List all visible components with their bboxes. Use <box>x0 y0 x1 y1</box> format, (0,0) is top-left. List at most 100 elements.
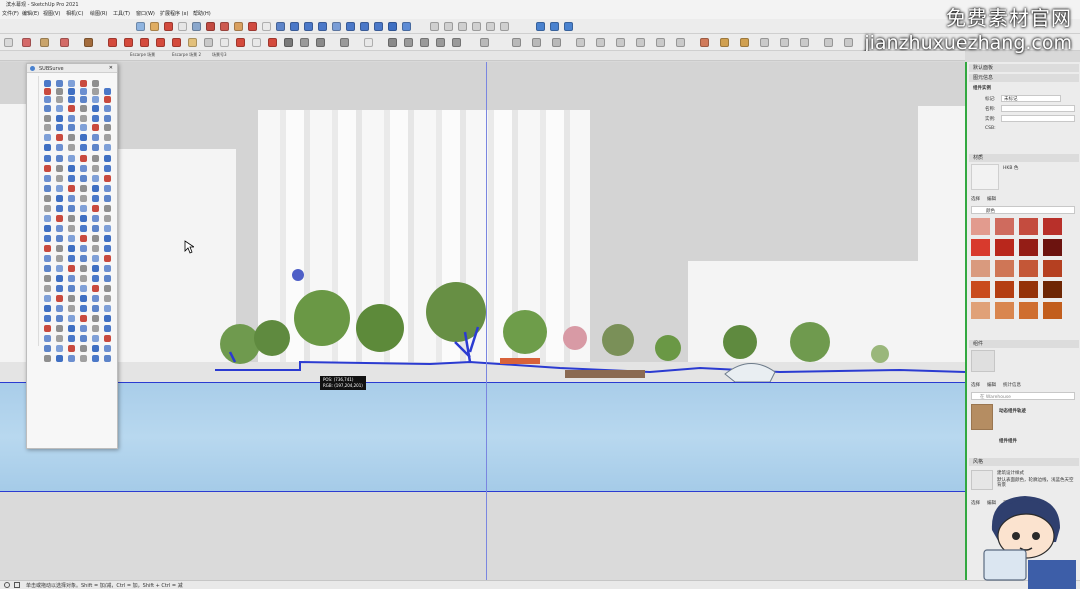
tray-tool-icon[interactable] <box>104 335 111 342</box>
tray-tool-icon[interactable] <box>44 80 51 87</box>
tray-tool-icon[interactable] <box>92 295 99 302</box>
tray-tool-icon[interactable] <box>44 255 51 262</box>
tray-tool-icon[interactable] <box>92 205 99 212</box>
tray-tool-icon[interactable] <box>44 245 51 252</box>
tray-tool-icon[interactable] <box>80 155 87 162</box>
tray-tool-icon[interactable] <box>68 305 75 312</box>
tray-tool-icon[interactable] <box>104 105 111 112</box>
tray-tool-icon[interactable] <box>92 175 99 182</box>
tray-tool-icon[interactable] <box>104 88 111 95</box>
tray-tool-icon[interactable] <box>68 134 75 141</box>
arrow-select-icon[interactable] <box>4 38 13 47</box>
tray-tool-icon[interactable] <box>44 175 51 182</box>
tray-tool-icon[interactable] <box>92 144 99 151</box>
tray-tool-icon[interactable] <box>92 80 99 87</box>
materials-edit-tab[interactable]: 编辑 <box>987 196 996 202</box>
components-search-input[interactable]: 在 Warehouse <box>971 392 1075 400</box>
tab-scene-1[interactable]: Escarpe 场景 <box>130 52 155 58</box>
tray-tool-icon[interactable] <box>56 165 63 172</box>
orbit-icon[interactable] <box>290 22 299 31</box>
tray-tool-icon[interactable] <box>92 285 99 292</box>
tray-tool-icon[interactable] <box>92 165 99 172</box>
tray-tool-icon[interactable] <box>44 265 51 272</box>
tray-tool-icon[interactable] <box>44 235 51 242</box>
material-swatch[interactable] <box>1019 302 1038 319</box>
tray-tool-icon[interactable] <box>56 155 63 162</box>
material-swatch[interactable] <box>971 281 990 298</box>
tray-tool-icon[interactable] <box>68 315 75 322</box>
tray-tool-icon[interactable] <box>44 88 51 95</box>
tray-tool-icon[interactable] <box>68 96 75 103</box>
tray-tool-icon[interactable] <box>56 285 63 292</box>
tray-tool-icon[interactable] <box>68 175 75 182</box>
tray-tool-icon[interactable] <box>68 195 75 202</box>
tray-tool-icon[interactable] <box>44 195 51 202</box>
tray-tool-icon[interactable] <box>68 255 75 262</box>
tray-tool-icon[interactable] <box>68 115 75 122</box>
shape-icon[interactable] <box>84 38 93 47</box>
tray-tool-icon[interactable] <box>68 105 75 112</box>
tray-tool-icon[interactable] <box>104 115 111 122</box>
iso-view-icon[interactable] <box>576 38 585 47</box>
tray-tool-icon[interactable] <box>104 185 111 192</box>
tray-tool-icon[interactable] <box>44 134 51 141</box>
tray-tool-icon[interactable] <box>104 315 111 322</box>
tray-tool-icon[interactable] <box>68 235 75 242</box>
walk-icon[interactable] <box>346 22 355 31</box>
right-view-icon[interactable] <box>636 38 645 47</box>
tray-tool-icon[interactable] <box>104 265 111 272</box>
tray-tool-icon[interactable] <box>68 245 75 252</box>
tape-icon[interactable] <box>234 22 243 31</box>
scale-icon[interactable] <box>220 22 229 31</box>
tray-tool-icon[interactable] <box>56 96 63 103</box>
union-icon[interactable] <box>404 38 413 47</box>
entity-info-header[interactable]: 图元信息 <box>969 74 1079 82</box>
tray-tool-icon[interactable] <box>56 295 63 302</box>
tray-tool-icon[interactable] <box>92 255 99 262</box>
tray-tool-icon[interactable] <box>80 205 87 212</box>
tray-tool-icon[interactable] <box>44 355 51 362</box>
tray-tool-icon[interactable] <box>44 124 51 131</box>
tray-tool-icon[interactable] <box>104 255 111 262</box>
tray-tool-icon[interactable] <box>92 105 99 112</box>
follow-me-icon[interactable] <box>156 38 165 47</box>
walk2-icon[interactable] <box>284 38 293 47</box>
tray-tool-icon[interactable] <box>104 285 111 292</box>
menu-tools[interactable]: 工具(T) <box>113 10 130 17</box>
tray-tool-icon[interactable] <box>44 155 51 162</box>
tray-tool-icon[interactable] <box>92 325 99 332</box>
material-swatch[interactable] <box>971 302 990 319</box>
tray-tool-icon[interactable] <box>56 355 63 362</box>
tray-tool-icon[interactable] <box>68 325 75 332</box>
tray-tool-icon[interactable] <box>104 195 111 202</box>
tray-tool-icon[interactable] <box>104 165 111 172</box>
scale2-icon[interactable] <box>172 38 181 47</box>
material-swatch[interactable] <box>1043 239 1062 256</box>
tray-tool-icon[interactable] <box>92 115 99 122</box>
tray-tool-icon[interactable] <box>104 124 111 131</box>
tray-tool-icon[interactable] <box>68 355 75 362</box>
tray-tool-icon[interactable] <box>44 144 51 151</box>
tray-tool-icon[interactable] <box>92 235 99 242</box>
material-swatch[interactable] <box>995 281 1014 298</box>
default-panel-header[interactable]: 默认面板 <box>969 64 1079 72</box>
tray-tool-icon[interactable] <box>80 215 87 222</box>
tray-tool-icon[interactable] <box>80 144 87 151</box>
tray-tool-icon[interactable] <box>104 345 111 352</box>
tray-tool-icon[interactable] <box>56 105 63 112</box>
tray-tool-icon[interactable] <box>68 275 75 282</box>
offset-icon[interactable] <box>188 38 197 47</box>
tray-tool-icon[interactable] <box>68 80 75 87</box>
name-input[interactable] <box>1001 105 1075 112</box>
tray-tool-icon[interactable] <box>80 115 87 122</box>
material-swatch[interactable] <box>971 260 990 277</box>
back-view-icon[interactable] <box>656 38 665 47</box>
tray-tool-icon[interactable] <box>44 315 51 322</box>
tray-tool-icon[interactable] <box>92 305 99 312</box>
tray-tool-icon[interactable] <box>56 80 63 87</box>
outliner-icon[interactable] <box>486 22 495 31</box>
tray-tool-icon[interactable] <box>80 175 87 182</box>
tray-tool-icon[interactable] <box>56 345 63 352</box>
material-swatch[interactable] <box>1043 218 1062 235</box>
look2-icon[interactable] <box>316 38 325 47</box>
